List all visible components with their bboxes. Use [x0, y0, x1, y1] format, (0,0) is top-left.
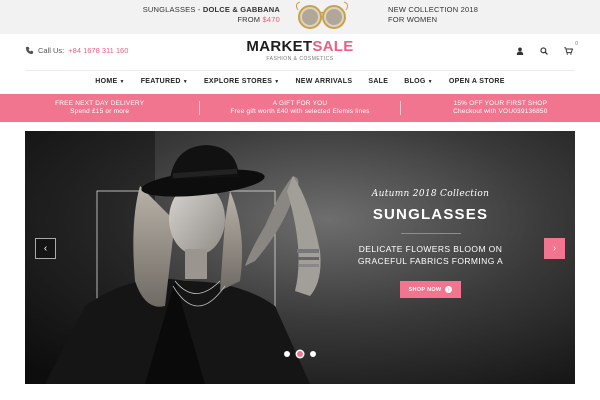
benefit-detail: Spend £15 or more: [70, 108, 130, 115]
benefit-detail: Checkout with VOU039136850: [453, 108, 548, 115]
hero-caption: Autumn 2018 Collection SUNGLASSES DELICA…: [353, 189, 508, 298]
nav-item-label: SALE: [368, 78, 389, 85]
nav-item-label: FEATURED: [140, 78, 181, 85]
nav-item-home[interactable]: HOME ▼: [87, 71, 132, 93]
logo-tagline: FASHION & COSMETICS: [266, 56, 334, 62]
nav-item-explore-stores[interactable]: EXPLORE STORES ▼: [196, 71, 288, 93]
slider-dot[interactable]: [284, 351, 290, 357]
hero-collection-label: Autumn 2018 Collection: [371, 189, 490, 199]
chevron-left-icon: ‹: [43, 243, 48, 254]
site-logo[interactable]: MARKETSALE FASHION & COSMETICS: [0, 38, 600, 62]
slider-dots: [25, 351, 575, 357]
site-header: Call Us: +84 1678 311 160 MARKETSALE FAS…: [0, 34, 600, 70]
shop-now-button[interactable]: SHOP NOW ›: [399, 281, 462, 298]
nav-item-open-a-store[interactable]: OPEN A STORE: [441, 71, 513, 93]
promo-bar: SUNGLASSES - DOLCE & GABBANA FROM $470 N…: [0, 0, 600, 34]
benefit-gift[interactable]: A GIFT FOR YOU Free gift worth £40 with …: [200, 94, 399, 122]
promo-right-text[interactable]: NEW COLLECTION 2018 FOR WOMEN: [388, 5, 508, 25]
header-icons: 0: [514, 41, 578, 57]
chevron-down-icon: ▼: [182, 79, 188, 85]
search-icon[interactable]: [538, 45, 550, 57]
sunglasses-image: [295, 1, 349, 29]
cart-icon[interactable]: 0: [562, 41, 578, 57]
nav-item-new-arrivals[interactable]: NEW ARRIVALS: [287, 71, 360, 93]
promo-left-text[interactable]: SUNGLASSES - DOLCE & GABBANA FROM $470: [140, 5, 280, 25]
hero-subtitle-line1: DELICATE FLOWERS BLOOM ON: [358, 244, 503, 254]
slider-dot[interactable]: [310, 351, 316, 357]
user-icon[interactable]: [514, 45, 526, 57]
chevron-down-icon: ▼: [119, 79, 125, 85]
hero-subtitle: DELICATE FLOWERS BLOOM ON GRACEFUL FABRI…: [353, 243, 508, 267]
logo-main: MARKET: [246, 38, 313, 55]
benefit-title: A GIFT FOR YOU: [272, 100, 328, 107]
promo-right-line2: FOR WOMEN: [388, 15, 438, 24]
promo-left-prefix: SUNGLASSES -: [142, 5, 203, 14]
hero-subtitle-line2: GRACEFUL FABRICS FORMING A: [357, 256, 504, 266]
slider-prev-button[interactable]: ‹: [35, 238, 56, 259]
logo-accent: SALE: [312, 38, 354, 55]
promo-left-from: FROM: [237, 15, 263, 24]
benefit-discount[interactable]: 15% OFF YOUR FIRST SHOP Checkout with VO…: [401, 94, 600, 122]
hero-slider: Autumn 2018 Collection SUNGLASSES DELICA…: [25, 131, 575, 384]
nav-item-label: EXPLORE STORES: [203, 78, 273, 85]
benefit-detail: Free gift worth £40 with selected Elemis…: [230, 108, 370, 115]
promo-left-brand: DOLCE & GABBANA: [202, 5, 280, 14]
shop-now-label: SHOP NOW: [408, 286, 442, 293]
benefit-title: FREE NEXT DAY DELIVERY: [55, 100, 145, 107]
chevron-right-icon: ›: [552, 243, 557, 254]
cart-count: 0: [575, 41, 578, 47]
promo-right-line1: NEW COLLECTION 2018: [388, 5, 479, 14]
slider-next-button[interactable]: ›: [544, 238, 565, 259]
slider-dot[interactable]: [297, 351, 303, 357]
benefit-title: 15% OFF YOUR FIRST SHOP: [453, 100, 548, 107]
nav-item-label: NEW ARRIVALS: [295, 78, 353, 85]
arrow-right-icon: ›: [445, 286, 453, 293]
main-nav: HOME ▼ FEATURED ▼ EXPLORE STORES ▼ NEW ARRI…: [0, 71, 600, 93]
hero-title: SUNGLASSES: [372, 206, 489, 223]
nav-item-featured[interactable]: FEATURED ▼: [133, 71, 196, 93]
nav-item-label: BLOG: [404, 78, 426, 85]
benefit-delivery[interactable]: FREE NEXT DAY DELIVERY Spend £15 or more: [0, 94, 199, 122]
hero-divider: [400, 233, 461, 234]
chevron-down-icon: ▼: [427, 79, 433, 85]
nav-item-blog[interactable]: BLOG ▼: [396, 71, 441, 93]
chevron-down-icon: ▼: [274, 79, 280, 85]
promo-left-price: $470: [262, 15, 280, 24]
nav-item-label: HOME: [95, 78, 118, 85]
benefits-band: FREE NEXT DAY DELIVERY Spend £15 or more…: [0, 94, 600, 122]
nav-item-label: OPEN A STORE: [448, 78, 505, 85]
nav-item-sale[interactable]: SALE: [360, 71, 396, 93]
